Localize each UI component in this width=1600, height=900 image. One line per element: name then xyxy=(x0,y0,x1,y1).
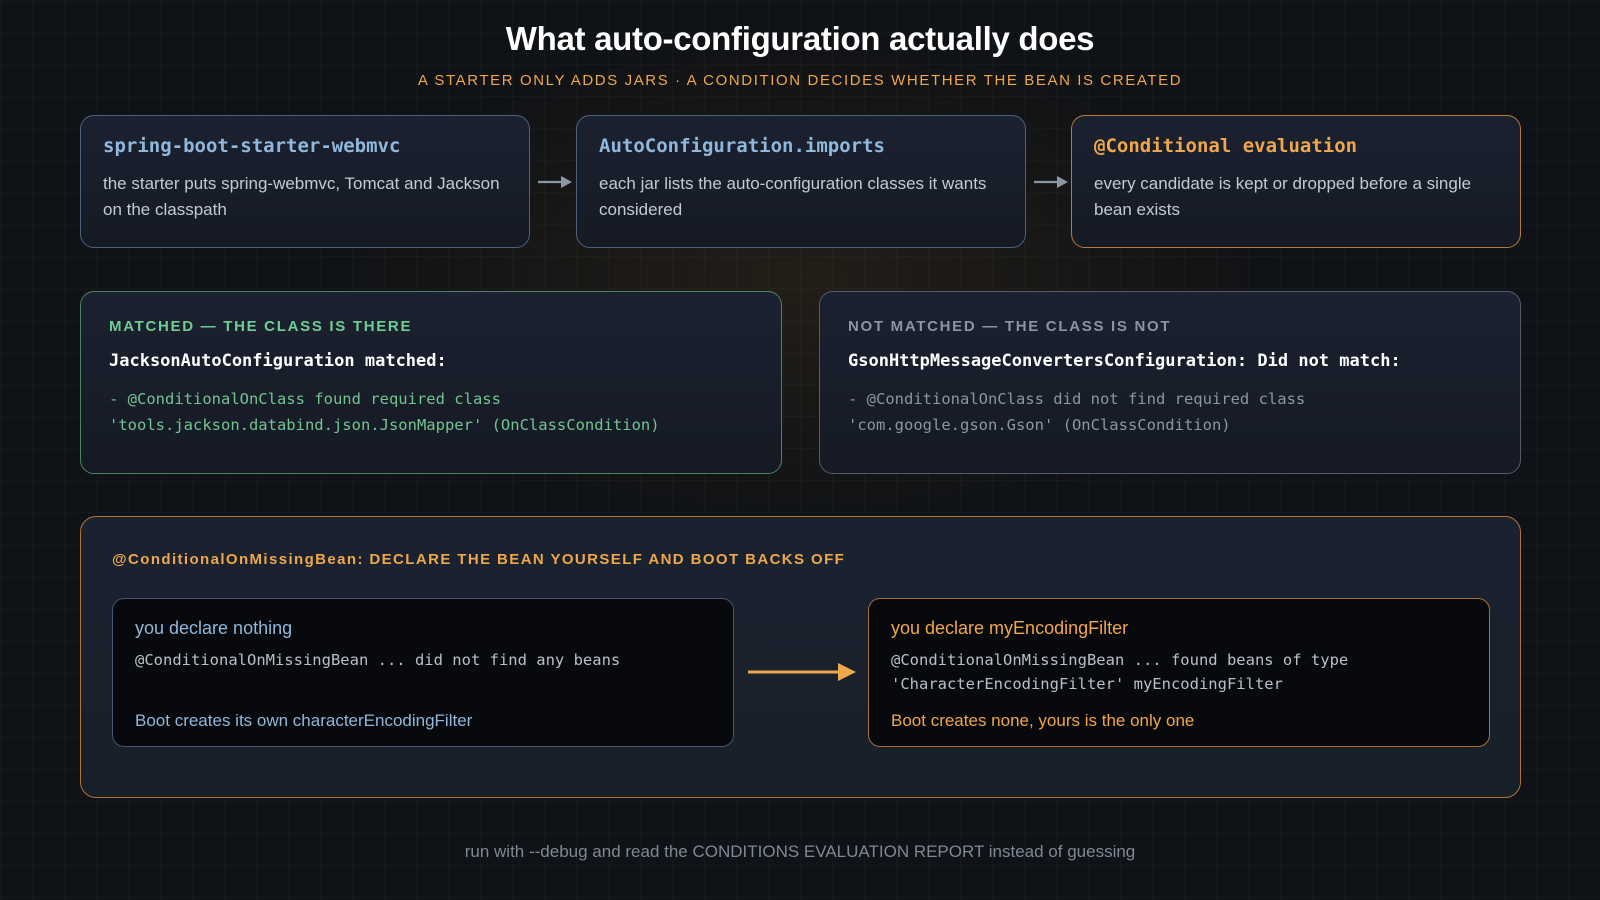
arrow-right-icon xyxy=(1034,176,1068,188)
not-matched-panel: NOT MATCHED — THE CLASS IS NOT GsonHttpM… xyxy=(819,291,1521,474)
step-card-imports: AutoConfiguration.imports each jar lists… xyxy=(576,115,1026,248)
declare-bean-code: 'CharacterEncodingFilter' myEncodingFilt… xyxy=(891,675,1283,693)
matched-line: 'tools.jackson.databind.json.JsonMapper'… xyxy=(109,416,660,434)
matched-label: MATCHED — THE CLASS IS THERE xyxy=(109,318,413,335)
declare-bean-result: Boot creates none, yours is the only one xyxy=(891,711,1195,730)
declare-nothing-title: you declare nothing xyxy=(135,618,293,638)
arrow-right-icon xyxy=(748,663,856,681)
step-card-conditional: @Conditional evaluation every candidate … xyxy=(1071,115,1521,248)
not-matched-label: NOT MATCHED — THE CLASS IS NOT xyxy=(848,318,1172,335)
declare-bean-code: @ConditionalOnMissingBean ... found bean… xyxy=(891,651,1349,669)
missing-bean-label: @ConditionalOnMissingBean: DECLARE THE B… xyxy=(112,551,846,568)
declare-nothing-card: you declare nothing @ConditionalOnMissin… xyxy=(112,598,734,747)
matched-panel: MATCHED — THE CLASS IS THERE JacksonAuto… xyxy=(80,291,782,474)
step-title: AutoConfiguration.imports xyxy=(599,135,885,157)
page-title: What auto-configuration actually does xyxy=(505,20,1095,57)
footer-note: run with --debug and read the CONDITIONS… xyxy=(464,842,1136,861)
matched-line: - @ConditionalOnClass found required cla… xyxy=(109,390,501,408)
not-matched-heading: GsonHttpMessageConvertersConfiguration: … xyxy=(848,351,1401,371)
step-card-starter: spring-boot-starter-webmvc the starter p… xyxy=(80,115,530,248)
step-title: spring-boot-starter-webmvc xyxy=(103,135,401,157)
step-title: @Conditional evaluation xyxy=(1094,135,1358,157)
not-matched-line: - @ConditionalOnClass did not find requi… xyxy=(848,390,1306,408)
declare-bean-title: you declare myEncodingFilter xyxy=(891,618,1129,638)
not-matched-line: 'com.google.gson.Gson' (OnClassCondition… xyxy=(848,416,1231,434)
declare-nothing-code: @ConditionalOnMissingBean ... did not fi… xyxy=(135,651,621,669)
declare-bean-card: you declare myEncodingFilter @Conditiona… xyxy=(868,598,1490,747)
arrow-right-icon xyxy=(538,176,572,188)
matched-heading: JacksonAutoConfiguration matched: xyxy=(109,351,447,371)
step-description: every candidate is kept or dropped befor… xyxy=(1094,174,1472,219)
step-description: each jar lists the auto-configuration cl… xyxy=(599,174,987,219)
declare-nothing-result: Boot creates its own characterEncodingFi… xyxy=(135,711,473,730)
page-subtitle: A STARTER ONLY ADDS JARS · A CONDITION D… xyxy=(417,72,1183,89)
step-description: the starter puts spring-webmvc, Tomcat a… xyxy=(103,174,500,219)
